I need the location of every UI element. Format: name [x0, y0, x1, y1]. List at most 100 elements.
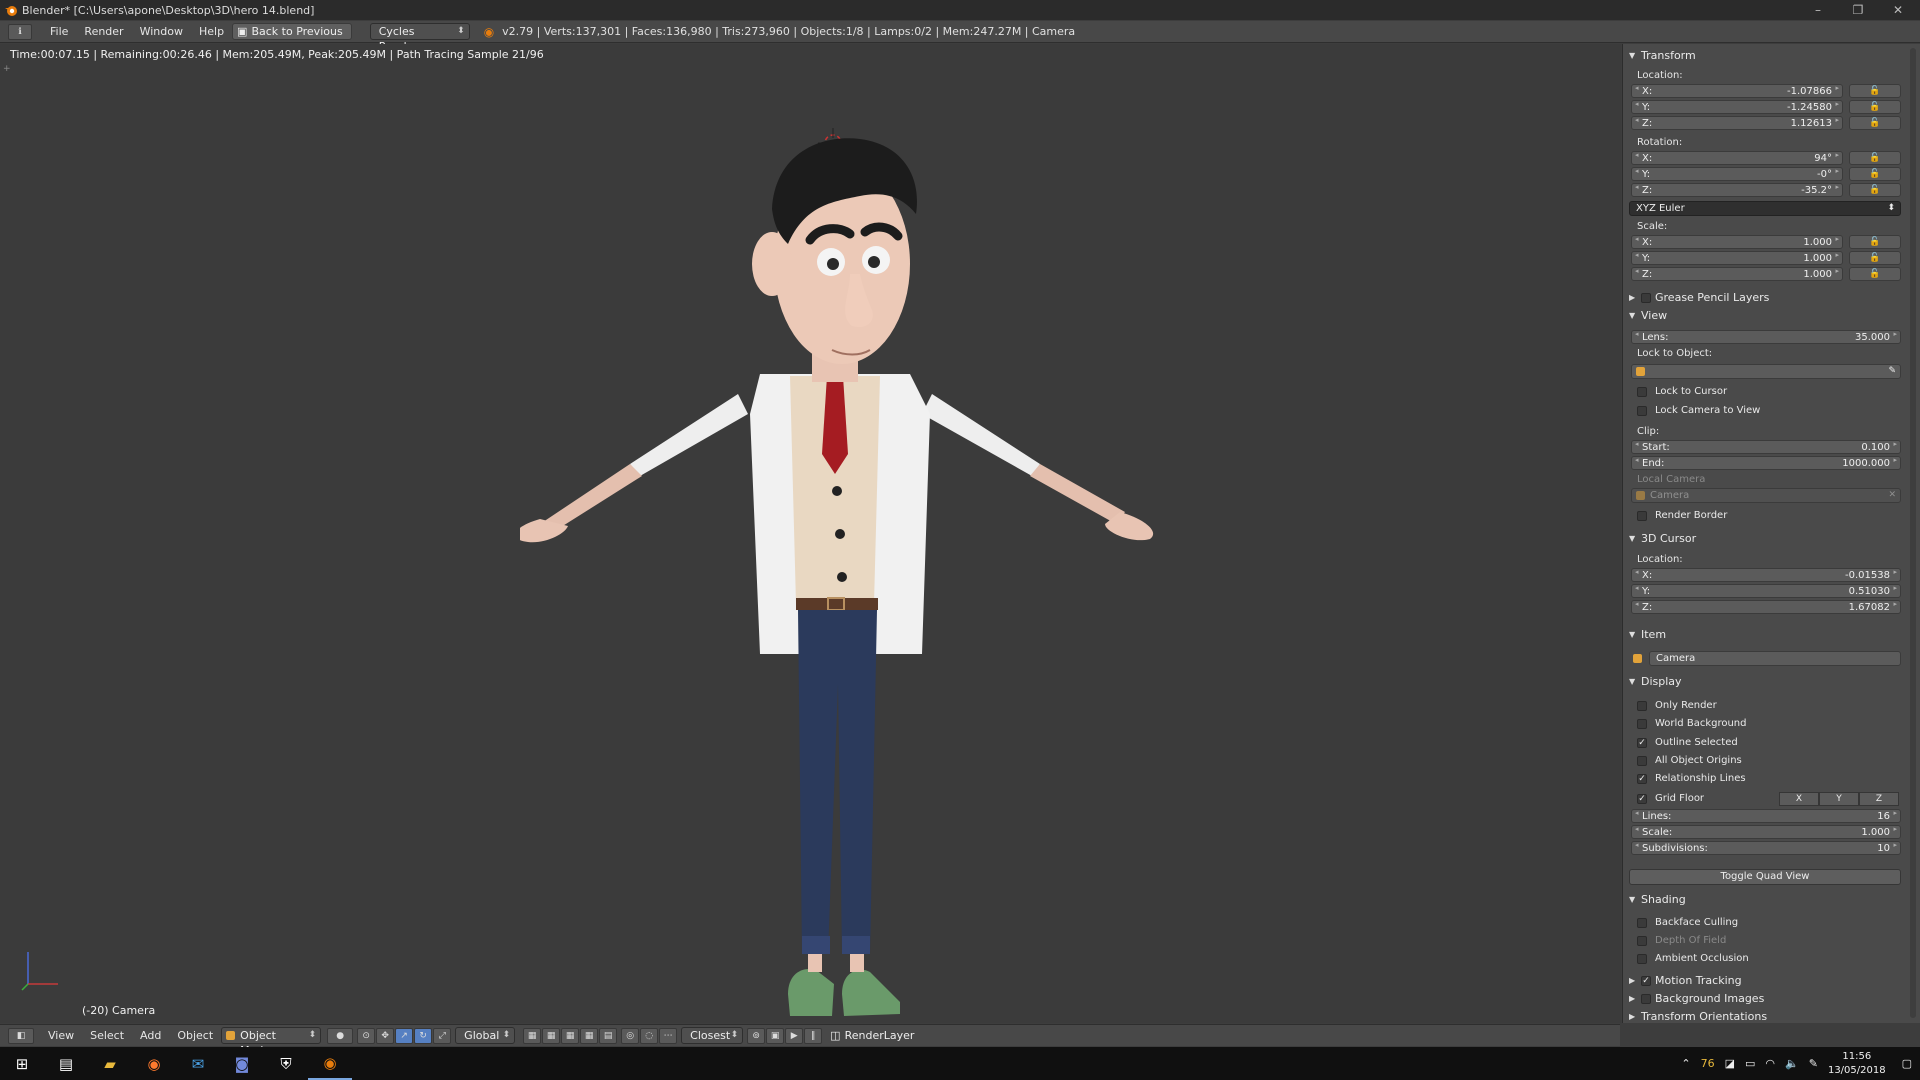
- render-preview-icon[interactable]: ▣: [766, 1027, 785, 1044]
- clear-icon[interactable]: ✕: [1888, 489, 1896, 502]
- menu-select[interactable]: Select: [82, 1025, 132, 1047]
- menu-file[interactable]: File: [42, 21, 76, 43]
- lock-scale-x-icon[interactable]: 🔓: [1849, 235, 1901, 249]
- rotation-x-field[interactable]: ◂ X: 94° ▸: [1631, 151, 1843, 165]
- security-app-icon[interactable]: ⛨: [264, 1047, 308, 1080]
- translate-manipulator-icon[interactable]: ↗: [395, 1027, 414, 1044]
- network-icon[interactable]: ◠: [1765, 1057, 1775, 1070]
- tray-app-counter[interactable]: 76: [1701, 1057, 1715, 1070]
- menu-object[interactable]: Object: [169, 1025, 221, 1047]
- layer-3-icon[interactable]: ▦: [561, 1027, 580, 1044]
- 3d-cursor-panel-header[interactable]: ▼ 3D Cursor: [1629, 532, 1696, 545]
- only-render-checkbox[interactable]: Only Render: [1637, 700, 1717, 711]
- grid-subdivisions-field[interactable]: ◂ Subdivisions: 10 ▸: [1631, 841, 1901, 855]
- scale-z-field[interactable]: ◂ Z: 1.000 ▸: [1631, 267, 1843, 281]
- grid-lines-field[interactable]: ◂ Lines: 16 ▸: [1631, 809, 1901, 823]
- volume-icon[interactable]: 🔈: [1785, 1057, 1799, 1070]
- lock-rotation-y-icon[interactable]: 🔓: [1849, 167, 1901, 181]
- toggle-quad-view-button[interactable]: Toggle Quad View: [1629, 869, 1901, 885]
- grid-floor-checkbox[interactable]: ✓ Grid Floor: [1637, 793, 1704, 804]
- transform-orientation-select[interactable]: Global: [455, 1027, 516, 1044]
- motion-tracking-panel-header[interactable]: ▶ ✓ Motion Tracking: [1629, 974, 1742, 987]
- show-hidden-icons-icon[interactable]: ⌃: [1681, 1057, 1690, 1070]
- grid-scale-field[interactable]: ◂ Scale: 1.000 ▸: [1631, 825, 1901, 839]
- action-center-icon[interactable]: ▢: [1902, 1057, 1912, 1070]
- rotate-manipulator-icon[interactable]: ↻: [414, 1027, 433, 1044]
- pen-icon[interactable]: ✎: [1809, 1057, 1818, 1070]
- object-mode-select[interactable]: Object Mode: [221, 1027, 322, 1057]
- snap-toggle-icon[interactable]: ◌: [640, 1027, 659, 1044]
- menu-render[interactable]: Render: [76, 21, 131, 43]
- motion-tracking-checkbox[interactable]: ✓: [1641, 975, 1651, 986]
- layer-1-icon[interactable]: ▦: [523, 1027, 542, 1044]
- power-icon[interactable]: ▭: [1745, 1057, 1755, 1070]
- windows-start-icon[interactable]: ⊞: [0, 1047, 44, 1080]
- manipulator-icon[interactable]: ✥: [376, 1027, 395, 1044]
- lock-scale-z-icon[interactable]: 🔓: [1849, 267, 1901, 281]
- cursor-z-field[interactable]: ◂ Z: 1.67082 ▸: [1631, 600, 1901, 614]
- menu-add[interactable]: Add: [132, 1025, 169, 1047]
- menu-help[interactable]: Help: [191, 21, 232, 43]
- grid-axis-z-toggle[interactable]: Z: [1859, 792, 1899, 806]
- lock-rotation-z-icon[interactable]: 🔓: [1849, 183, 1901, 197]
- cursor-y-field[interactable]: ◂ Y: 0.51030 ▸: [1631, 584, 1901, 598]
- display-panel-header[interactable]: ▼ Display: [1629, 675, 1682, 688]
- snap-target-select[interactable]: Closest: [681, 1027, 744, 1044]
- relationship-lines-checkbox[interactable]: ✓ Relationship Lines: [1637, 773, 1746, 784]
- layer-4-icon[interactable]: ▦: [580, 1027, 599, 1044]
- minimize-button[interactable]: –: [1798, 0, 1838, 20]
- lock-location-y-icon[interactable]: 🔓: [1849, 100, 1901, 114]
- maximize-button[interactable]: ❐: [1838, 0, 1878, 20]
- eyedropper-icon[interactable]: ✎: [1888, 365, 1896, 378]
- render-layer-button[interactable]: ◫ RenderLayer: [826, 1027, 923, 1044]
- grid-axis-y-toggle[interactable]: Y: [1819, 792, 1859, 806]
- discord-icon[interactable]: ◙: [220, 1047, 264, 1080]
- back-to-previous-button[interactable]: ▣ Back to Previous: [232, 23, 352, 40]
- lock-location-x-icon[interactable]: 🔓: [1849, 84, 1901, 98]
- close-button[interactable]: ✕: [1878, 0, 1918, 20]
- clip-end-field[interactable]: ◂ End: 1000.000 ▸: [1631, 456, 1901, 470]
- cursor-x-field[interactable]: ◂ X: -0.01538 ▸: [1631, 568, 1901, 582]
- lock-location-z-icon[interactable]: 🔓: [1849, 116, 1901, 130]
- all-object-origins-checkbox[interactable]: All Object Origins: [1637, 755, 1742, 766]
- rotation-mode-select[interactable]: XYZ Euler ⬍: [1629, 201, 1901, 216]
- outline-selected-checkbox[interactable]: ✓ Outline Selected: [1637, 737, 1738, 748]
- location-y-field[interactable]: ◂ Y: -1.24580 ▸: [1631, 100, 1843, 114]
- grid-axis-x-toggle[interactable]: X: [1779, 792, 1819, 806]
- background-images-checkbox[interactable]: [1641, 993, 1651, 1004]
- mail-app-icon[interactable]: ✉: [176, 1047, 220, 1080]
- editor-type-icon[interactable]: ℹ: [8, 23, 32, 40]
- 3d-viewport[interactable]: Time:00:07.15 | Remaining:00:26.46 | Mem…: [0, 44, 1621, 1023]
- pause-render-icon[interactable]: ‖: [804, 1027, 823, 1044]
- shading-panel-header[interactable]: ▼ Shading: [1629, 893, 1686, 906]
- lock-camera-to-view-checkbox[interactable]: Lock Camera to View: [1637, 405, 1760, 416]
- view-panel-header[interactable]: ▼ View: [1629, 309, 1667, 322]
- lock-rotation-x-icon[interactable]: 🔓: [1849, 151, 1901, 165]
- transform-orientations-panel-header[interactable]: ▶ Transform Orientations: [1629, 1010, 1767, 1023]
- editor-type-3d-icon[interactable]: ◧: [8, 1027, 34, 1044]
- scale-x-field[interactable]: ◂ X: 1.000 ▸: [1631, 235, 1843, 249]
- item-name-field[interactable]: Camera: [1649, 651, 1901, 666]
- rotation-z-field[interactable]: ◂ Z: -35.2° ▸: [1631, 183, 1843, 197]
- scale-y-field[interactable]: ◂ Y: 1.000 ▸: [1631, 251, 1843, 265]
- render-animation-icon[interactable]: ▶: [785, 1027, 804, 1044]
- location-x-field[interactable]: ◂ X: -1.07866 ▸: [1631, 84, 1843, 98]
- snap-align-icon[interactable]: ⊚: [747, 1027, 766, 1044]
- grease-pencil-panel-header[interactable]: ▶ Grease Pencil Layers: [1629, 291, 1769, 304]
- scale-manipulator-icon[interactable]: ⤢: [433, 1027, 452, 1044]
- clip-start-field[interactable]: ◂ Start: 0.100 ▸: [1631, 440, 1901, 454]
- proportional-edit-icon[interactable]: ◎: [621, 1027, 640, 1044]
- menu-view[interactable]: View: [40, 1025, 82, 1047]
- lock-scale-y-icon[interactable]: 🔓: [1849, 251, 1901, 265]
- viewport-shading-icon[interactable]: ●: [327, 1027, 354, 1044]
- depth-of-field-checkbox[interactable]: Depth Of Field: [1637, 935, 1726, 946]
- layer-2-icon[interactable]: ▦: [542, 1027, 561, 1044]
- transform-panel-header[interactable]: ▼ Transform: [1629, 49, 1696, 62]
- clock[interactable]: 11:56 13/05/2018: [1828, 1050, 1886, 1078]
- lock-to-cursor-checkbox[interactable]: Lock to Cursor: [1637, 386, 1727, 397]
- backface-culling-checkbox[interactable]: Backface Culling: [1637, 917, 1738, 928]
- lens-field[interactable]: ◂ Lens: 35.000 ▸: [1631, 330, 1901, 344]
- world-background-checkbox[interactable]: World Background: [1637, 718, 1747, 729]
- layer-lock-icon[interactable]: ▤: [599, 1027, 618, 1044]
- render-border-checkbox[interactable]: Render Border: [1637, 510, 1727, 521]
